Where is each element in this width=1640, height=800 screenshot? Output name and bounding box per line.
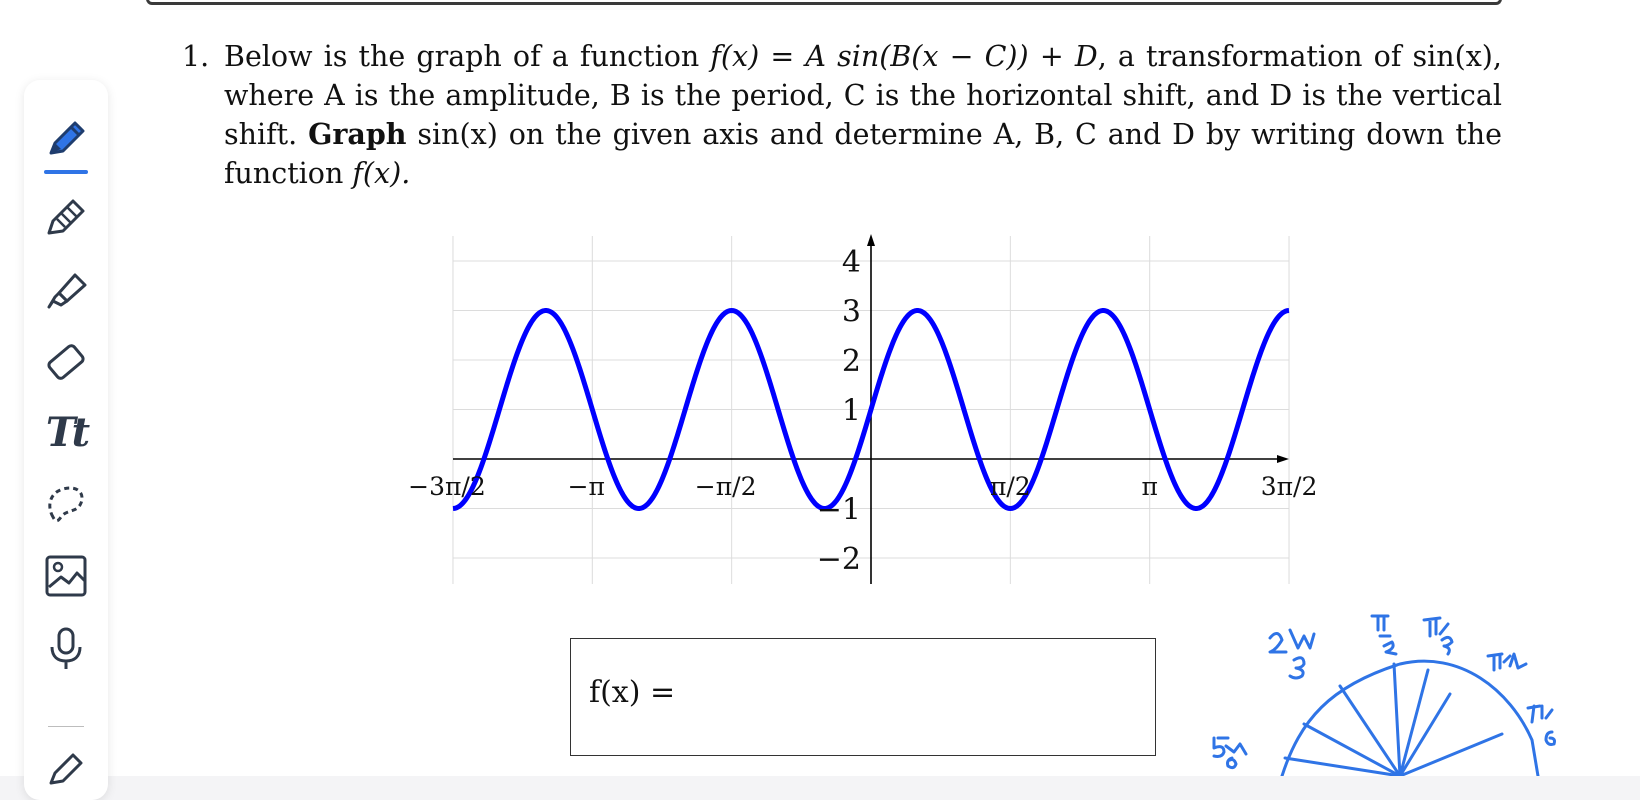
pen-tool-button[interactable] [38, 110, 94, 166]
image-icon [45, 555, 87, 597]
image-tool-button[interactable] [38, 548, 94, 604]
lasso-tool-button[interactable] [38, 476, 94, 532]
pen-icon [49, 121, 85, 155]
drawing-toolbar: Tt [24, 80, 108, 800]
worksheet-page[interactable]: 1. Below is the graph of a function f(x)… [0, 0, 1640, 800]
pencil-tool-button[interactable] [38, 188, 94, 244]
lasso-icon [48, 486, 84, 523]
microphone-icon [50, 627, 82, 669]
highlighter-tool-button[interactable] [38, 262, 94, 318]
handwritten-unit-circle-sketch[interactable] [0, 0, 1640, 776]
microphone-tool-button[interactable] [38, 620, 94, 676]
text-icon: Tt [45, 408, 90, 456]
pen-active-indicator [44, 170, 88, 174]
highlighter-icon [47, 273, 87, 309]
eraser-icon [47, 344, 85, 380]
eraser-tool-button[interactable] [38, 334, 94, 390]
shape-tool-button[interactable] [38, 740, 94, 796]
toolbar-divider [48, 726, 84, 727]
text-tool-button[interactable]: Tt [38, 404, 94, 460]
pencil-icon [47, 199, 85, 235]
shape-icon [49, 753, 83, 785]
